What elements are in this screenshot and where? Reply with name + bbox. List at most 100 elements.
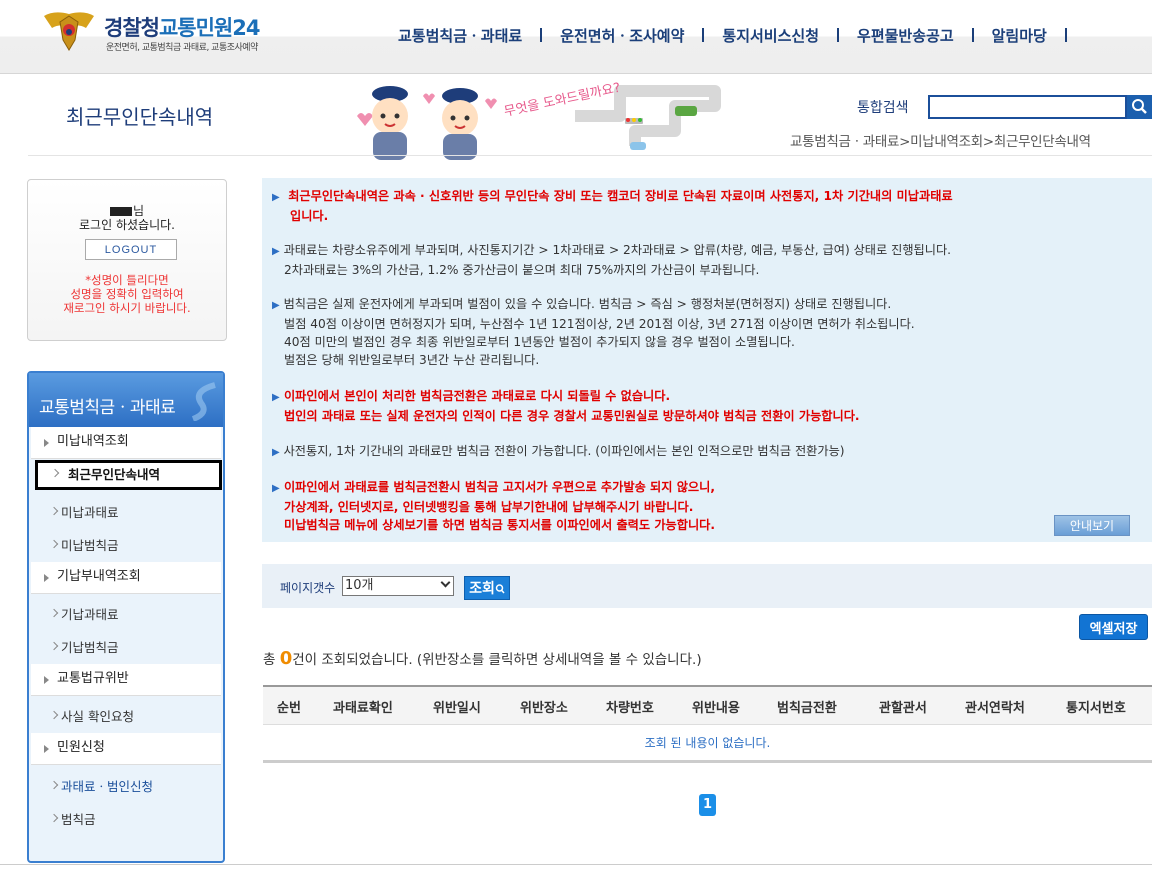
- sidebar-item-unpaid-penalty[interactable]: 미납범칙금: [31, 531, 221, 561]
- result-count: 총 0건이 조회되었습니다. (위반장소를 클릭하면 상세내역을 볼 수 있습니…: [263, 648, 702, 669]
- site-logo[interactable]: 경찰청교통민원24 운전면허, 교통범칙금 과태료, 교통조사예약: [40, 10, 300, 56]
- swirl-decoration-icon: [191, 382, 216, 421]
- column-header: 순번: [277, 701, 301, 716]
- sidebar-item-label: 기납범칙금: [61, 640, 119, 655]
- sidebar-item-recent-enforcement[interactable]: 최근무인단속내역: [35, 460, 222, 490]
- logo-title: 경찰청교통민원24: [104, 12, 260, 42]
- nav-notification[interactable]: 통지서비스신청: [704, 25, 837, 46]
- notice-line: 미납범칙금 메뉴에 상세보기를 하면 범칙금 통지서를 이파인에서 출력도 가능…: [284, 518, 716, 532]
- inquiry-button-label: 조회: [469, 580, 495, 596]
- login-box: 님 로그인 하셨습니다. LOGOUT *성명이 틀리다면 성명을 정확히 입력…: [27, 179, 227, 341]
- sidebar-item-label: 사실 확인요청: [61, 709, 134, 724]
- logout-button[interactable]: LOGOUT: [85, 239, 177, 260]
- side-menu: 교통범칙금ㆍ과태료 미납내역조회 최근무인단속내역 미납과태료 미납범칙금 기납…: [27, 371, 225, 863]
- login-message: 로그인 하셨습니다.: [79, 218, 175, 232]
- login-warning: *성명이 틀리다면 성명을 정확히 입력하여 재로그인 하시기 바랍니다.: [28, 273, 226, 315]
- divider: [28, 155, 1152, 156]
- login-warning-line: *성명이 틀리다면: [85, 273, 169, 287]
- column-header: 위반일시: [433, 701, 481, 716]
- side-menu-title: 교통범칙금ㆍ과태료: [29, 373, 223, 427]
- login-warning-line: 재로그인 하시기 바랍니다.: [63, 301, 191, 315]
- masked-user-name: [109, 207, 132, 216]
- sidebar-item-label: 미납내역조회: [57, 434, 129, 449]
- sidebar-item-paid-penalty[interactable]: 기납범칙금: [31, 633, 221, 663]
- chevron-right-icon: [49, 780, 59, 790]
- nav-fines[interactable]: 교통범칙금ㆍ과태료: [380, 25, 540, 46]
- sidebar-item-penalty[interactable]: 범칙금: [31, 805, 221, 835]
- nav-divider: [1064, 28, 1067, 42]
- bullet-triangle-icon: ▶: [272, 483, 280, 494]
- site-header: 경찰청교통민원24 운전면허, 교통범칙금 과태료, 교통조사예약 교통범칙금ㆍ…: [0, 0, 1152, 74]
- sidebar-item-label: 민원신청: [57, 740, 105, 755]
- search-input[interactable]: [928, 95, 1127, 119]
- chevron-right-icon: [49, 506, 59, 516]
- bullet-triangle-icon: ▶: [272, 447, 280, 458]
- bullet-triangle-icon: ▶: [272, 392, 280, 403]
- column-header: 관서연락처: [965, 701, 1025, 716]
- search-label: 통합검색: [857, 100, 909, 116]
- result-prefix: 총: [263, 652, 280, 668]
- sidebar-item-label: 과태료ㆍ범인신청: [61, 779, 154, 794]
- notice-line: 범칙금은 실제 운전자에게 부과되며 벌점이 있을 수 있습니다. 범칙금 > …: [283, 297, 892, 311]
- sidebar-item-label: 미납과태료: [61, 505, 119, 520]
- result-count-number: 0: [279, 648, 293, 669]
- notice-line: 가상계좌, 인터넷지로, 인터넷뱅킹을 통해 납부기한내에 납부해주시기 바랍니…: [284, 500, 694, 514]
- notice-line: 사전통지, 1차 기간내의 과태료만 범칙금 전환이 가능합니다. (이파인에서…: [283, 444, 845, 458]
- sidebar-item-traffic-violation[interactable]: 교통법규위반: [31, 664, 221, 696]
- notice-paragraph: ▶ 최근무인단속내역은 과속 · 신호위반 등의 무인단속 장비 또는 캠코더 …: [272, 187, 953, 225]
- notice-line: 법인의 과태료 또는 실제 운전자의 인적이 다른 경우 경찰서 교통민원실로 …: [284, 409, 860, 423]
- column-header: 차량번호: [606, 701, 654, 716]
- nav-license[interactable]: 운전면허ㆍ조사예약: [542, 25, 702, 46]
- sidebar-item-label: 기납부내역조회: [57, 569, 141, 584]
- excel-save-button[interactable]: 엑셀저장: [1079, 614, 1148, 640]
- sidebar-item-civil-request[interactable]: 민원신청: [31, 733, 221, 765]
- side-menu-title-text: 교통범칙금ㆍ과태료: [39, 398, 176, 418]
- bullet-triangle-icon: ▶: [272, 192, 280, 203]
- sidebar-item-paid-inquiry[interactable]: 기납부내역조회: [31, 562, 221, 594]
- page-title: 최근무인단속내역: [66, 105, 214, 129]
- logo-title-agency: 경찰청: [104, 16, 160, 40]
- chevron-right-icon: [49, 539, 59, 549]
- sidebar-item-unpaid-fines[interactable]: 미납과태료: [31, 498, 221, 528]
- sidebar-item-fine-corp-request[interactable]: 과태료ㆍ범인신청: [31, 772, 221, 802]
- sidebar-item-fact-check[interactable]: 사실 확인요청: [31, 702, 221, 732]
- chevron-down-icon: [440, 577, 451, 588]
- sidebar-item-label: 미납범칙금: [61, 538, 119, 553]
- bullet-triangle-icon: ▶: [272, 246, 280, 257]
- notice-paragraph: ▶ 범칙금은 실제 운전자에게 부과되며 벌점이 있을 수 있습니다. 범칙금 …: [272, 295, 915, 369]
- main-nav: 교통범칙금ㆍ과태료 운전면허ㆍ조사예약 통지서비스신청 우편물반송공고 알림마당: [380, 24, 1067, 46]
- notice-line: 최근무인단속내역은 과속 · 신호위반 등의 무인단속 장비 또는 캠코더 장비…: [288, 189, 953, 203]
- column-header: 과태료확인: [333, 701, 393, 716]
- column-header: 위반내용: [692, 701, 740, 716]
- notice-paragraph: ▶ 과태료는 차량소유주에게 부과되며, 사진통지기간 > 1차과태료 > 2차…: [272, 241, 951, 279]
- notice-line: 벌점은 당해 위반일로부터 3년간 누산 관리됩니다.: [284, 353, 540, 367]
- table-header: 순번 과태료확인 위반일시 위반장소 차량번호 위반내용 범칙금전환 관할관서 …: [263, 685, 1152, 725]
- page-size-label: 페이지갯수: [280, 581, 336, 595]
- sidebar-item-label: 최근무인단속내역: [68, 467, 161, 482]
- nav-notice[interactable]: 알림마당: [974, 25, 1065, 46]
- column-header: 관할관서: [879, 701, 927, 716]
- sidebar-item-unpaid-inquiry[interactable]: 미납내역조회: [31, 427, 221, 459]
- notice-paragraph: ▶ 사전통지, 1차 기간내의 과태료만 범칙금 전환이 가능합니다. (이파인…: [272, 442, 845, 462]
- notice-line: 이파인에서 과태료를 범칙금전환시 범칙금 고지서가 우편으로 추가발송 되지 …: [283, 480, 715, 494]
- page-size-select[interactable]: 10개: [342, 576, 454, 596]
- notice-paragraph: ▶ 이파인에서 본인이 처리한 범칙금전환은 과태료로 다시 되돌릴 수 없습니…: [272, 387, 860, 425]
- notice-line: 40점 미만의 벌점인 경우 최종 위반일로부터 1년동안 벌점이 추가되지 않…: [284, 335, 795, 349]
- column-header: 위반장소: [520, 701, 568, 716]
- sidebar-item-paid-fines[interactable]: 기납과태료: [31, 600, 221, 630]
- arrow-right-icon: [44, 439, 49, 447]
- search-options-bar: 페이지갯수 10개 조회: [262, 564, 1152, 608]
- chevron-right-icon: [49, 710, 59, 720]
- page-size-value: 10개: [345, 578, 374, 593]
- police-emblem-icon: [44, 12, 94, 51]
- sidebar-item-label: 범칙금: [61, 812, 96, 827]
- notice-line: 이파인에서 본인이 처리한 범칙금전환은 과태료로 다시 되돌릴 수 없습니다.: [283, 389, 671, 403]
- nav-mail-return[interactable]: 우편물반송공고: [839, 25, 972, 46]
- table-empty-row: 조회 된 내용이 없습니다.: [263, 725, 1152, 763]
- search-button[interactable]: [1127, 95, 1152, 119]
- pagination-page-1[interactable]: 1: [699, 794, 716, 816]
- search-icon: [1132, 99, 1147, 114]
- inquiry-button[interactable]: 조회: [464, 576, 510, 600]
- chevron-right-icon: [49, 813, 59, 823]
- guide-button[interactable]: 안내보기: [1054, 515, 1130, 536]
